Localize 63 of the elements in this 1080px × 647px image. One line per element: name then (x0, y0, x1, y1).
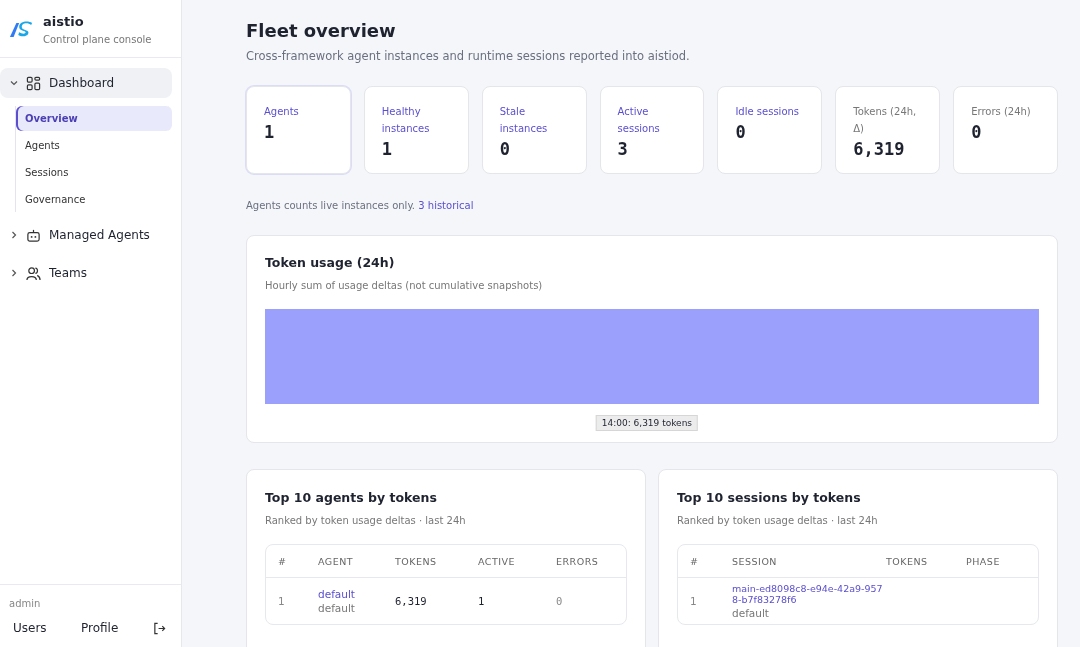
namespace-text: default (732, 607, 770, 619)
stat-label: Errors (24h) (971, 105, 1032, 119)
historical-link[interactable]: 3 historical (418, 200, 474, 211)
rank-cell-text: 1 (278, 595, 286, 607)
section-label: admin (9, 598, 42, 609)
column-header: AGENT (318, 555, 355, 567)
page-title: Fleet overview (246, 20, 397, 41)
column-header: PHASE (966, 555, 1001, 567)
column-header: SESSION (732, 555, 778, 567)
stat-label[interactable]: Healthy instances (381, 103, 458, 137)
stat-value: 1 (264, 122, 276, 142)
table-cell-text: 6,319 (395, 595, 428, 607)
namespace-text: default (318, 602, 356, 614)
footer-link[interactable]: Users (13, 621, 81, 635)
nav-group[interactable]: Managed Agents (0, 220, 172, 250)
footer-link[interactable]: Profile (81, 621, 153, 635)
stat-label[interactable]: Active sessions (617, 103, 694, 137)
brand-name: aistio (43, 14, 85, 29)
grid-icon (26, 75, 41, 91)
column-header: ERRORS (556, 555, 600, 567)
logout-icon[interactable] (153, 621, 166, 635)
stat-value: 6,319 (853, 139, 906, 159)
chevron-icon (10, 79, 18, 87)
chevron-icon (10, 231, 18, 239)
stat-value: 0 (499, 139, 511, 159)
card-subtitle: Ranked by token usage deltas · last 24h (265, 515, 467, 526)
column-header: # (690, 555, 700, 567)
page-subtitle: Cross-framework agent instances and runtime sessions reported into aistiod. (246, 49, 691, 63)
stat-label[interactable]: Stale instances (499, 103, 576, 137)
nav-group[interactable]: Dashboard (0, 68, 172, 98)
column-header: TOKENS (395, 555, 438, 567)
session-link[interactable]: main-ed8098c8-e94e-42a9-9578-b7f83278f6 (732, 583, 886, 605)
card-subtitle: Hourly sum of usage deltas (not cumulative snapshots) (265, 280, 544, 291)
stat-label[interactable]: Idle sessions (735, 103, 812, 120)
stat-label[interactable]: Agents (264, 103, 340, 120)
nav-group[interactable]: Teams (0, 258, 172, 288)
chevron-icon (10, 269, 18, 277)
column-header: ACTIVE (478, 555, 517, 567)
robot-icon (26, 227, 41, 243)
nav-item[interactable]: Sessions (16, 160, 172, 185)
table-cell-text: 1 (478, 595, 486, 607)
stat-label: Tokens (24h, Δ) (853, 105, 918, 136)
brand-subtitle: Control plane console (43, 34, 152, 45)
stat-value: 3 (617, 139, 629, 159)
table-cell-text: 0 (556, 595, 564, 607)
nav-item[interactable]: Overview (16, 106, 172, 131)
card-title: Top 10 agents by tokens (265, 490, 438, 505)
card-title: Top 10 sessions by tokens (677, 490, 862, 505)
nav-item[interactable]: Agents (16, 133, 172, 158)
stat-value: 0 (735, 122, 747, 142)
column-header: # (278, 555, 288, 567)
logo-icon (9, 20, 33, 39)
rank-cell-text: 1 (690, 595, 698, 607)
stat-value: 1 (381, 139, 394, 159)
card-subtitle: Ranked by token usage deltas · last 24h (677, 515, 879, 526)
stat-value: 0 (971, 122, 983, 142)
users-icon (26, 265, 41, 281)
column-header: TOKENS (886, 555, 929, 567)
agent-link[interactable]: default (318, 588, 395, 600)
nav-item[interactable]: Governance (16, 187, 172, 212)
card-title: Token usage (24h) (265, 255, 396, 270)
note-text: Agents counts live instances only. (246, 200, 416, 211)
chart-tooltip: 14:00: 6,319 tokens (595, 415, 699, 431)
